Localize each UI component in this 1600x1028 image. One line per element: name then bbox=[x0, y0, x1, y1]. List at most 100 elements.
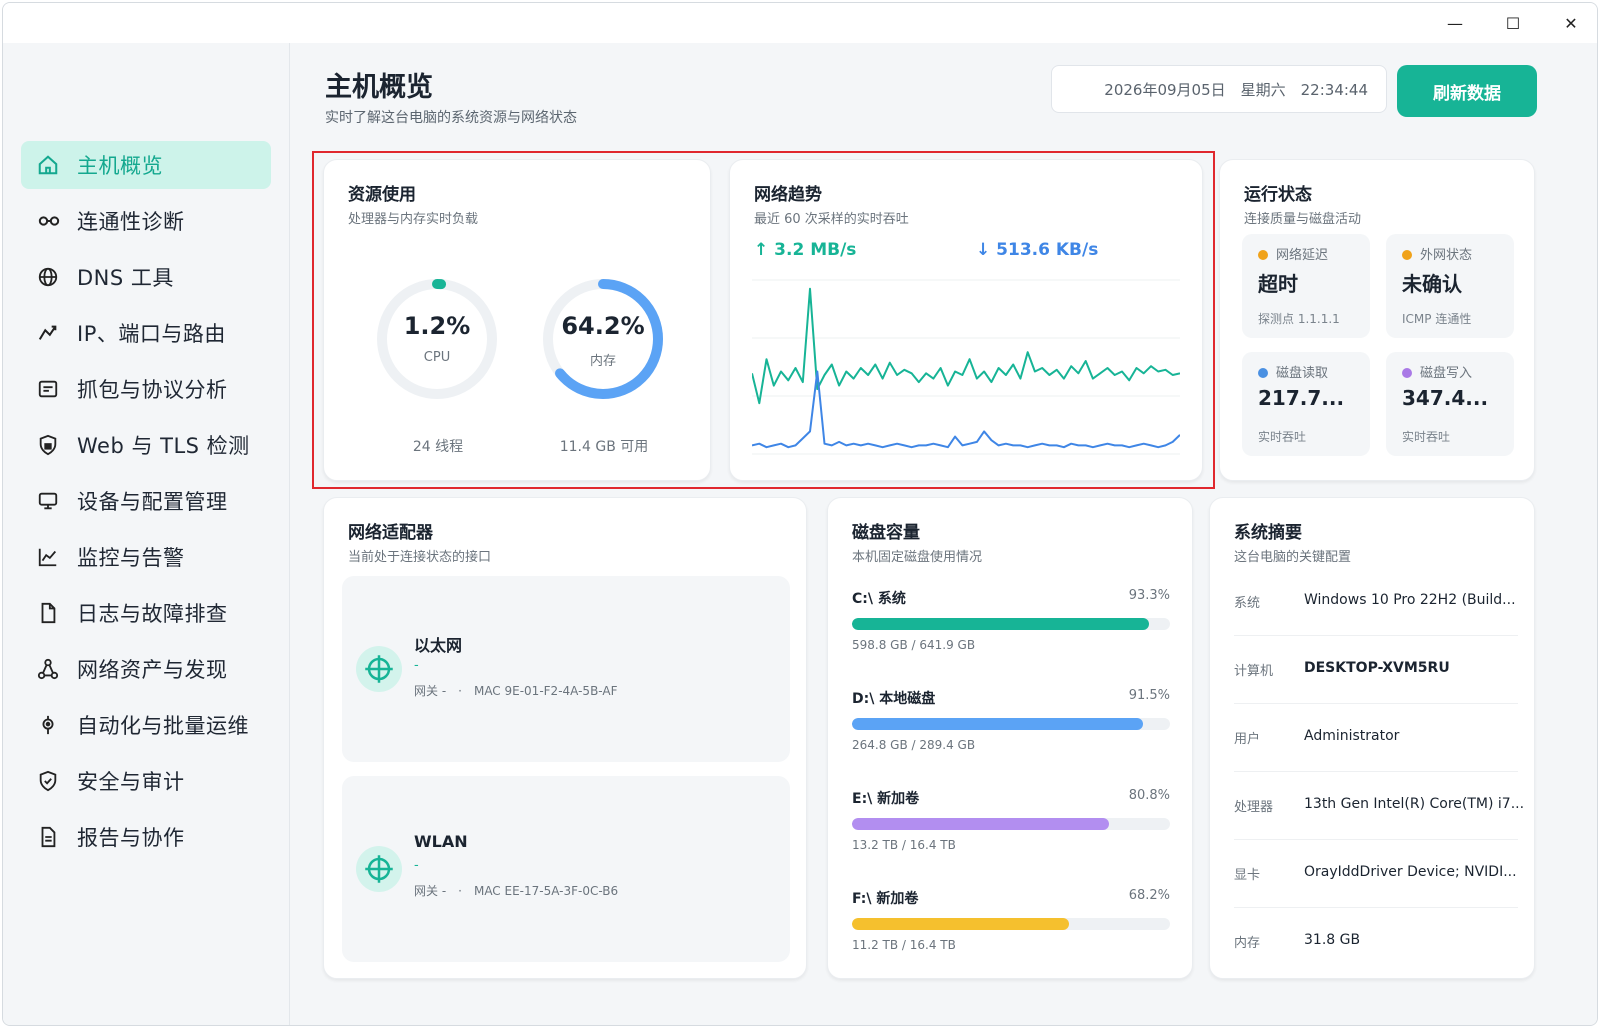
tile-label: 磁盘写入 bbox=[1420, 366, 1473, 381]
card-subtitle: 本机固定磁盘使用情况 bbox=[852, 550, 983, 565]
disk-read-tile: 磁盘读取 217.7... 实时吞吐 bbox=[1242, 352, 1370, 456]
summary-value: DESKTOP-XVM5RU bbox=[1304, 660, 1450, 676]
sidebar-item-web-tls[interactable]: Web 与 TLS 检测 bbox=[21, 421, 271, 469]
sidebar-item-label: DNS 工具 bbox=[77, 266, 174, 290]
status-dot bbox=[1258, 250, 1268, 260]
sidebar-item-overview[interactable]: 主机概览 bbox=[21, 141, 271, 189]
summary-key: 内存 bbox=[1234, 936, 1261, 951]
tile-sub: 实时吞吐 bbox=[1258, 430, 1307, 444]
disk-capacity-card: 磁盘容量 本机固定磁盘使用情况 C:\ 系统 93.3% 598.8 GB / … bbox=[827, 497, 1193, 979]
card-title: 系统摘要 bbox=[1234, 523, 1302, 543]
globe-icon bbox=[37, 265, 69, 289]
sidebar-item-packet[interactable]: 抓包与协议分析 bbox=[21, 365, 271, 413]
adapter-name: WLAN bbox=[414, 832, 468, 851]
network-trend-chart bbox=[752, 279, 1180, 455]
page-subtitle: 实时了解这台电脑的系统资源与网络状态 bbox=[325, 110, 577, 126]
sidebar-item-monitoring[interactable]: 监控与告警 bbox=[21, 533, 271, 581]
disk-percent: 68.2% bbox=[1128, 888, 1170, 903]
adapter-ip: - bbox=[414, 658, 419, 673]
card-subtitle: 这台电脑的关键配置 bbox=[1234, 550, 1352, 565]
memory-label: 内存 bbox=[589, 354, 616, 369]
tile-label: 网络延迟 bbox=[1276, 248, 1329, 263]
disk-bar-fill bbox=[852, 718, 1143, 730]
sidebar-item-device-config[interactable]: 设备与配置管理 bbox=[21, 477, 271, 525]
adapter-meta: 网关 - · MAC EE-17-5A-3F-0C-B6 bbox=[414, 884, 619, 898]
sidebar-item-assets[interactable]: 网络资产与发现 bbox=[21, 645, 271, 693]
sidebar-item-logs[interactable]: 日志与故障排查 bbox=[21, 589, 271, 637]
sidebar-item-label: 抓包与协议分析 bbox=[77, 378, 228, 402]
adapters-card: 网络适配器 当前处于连接状态的接口 以太网 - 网关 - · MAC 9E-01… bbox=[323, 497, 807, 979]
maximize-button[interactable]: ☐ bbox=[1491, 7, 1535, 39]
sidebar-item-label: 连通性诊断 bbox=[77, 210, 185, 234]
packet-icon bbox=[37, 377, 69, 401]
cpu-label: CPU bbox=[423, 350, 451, 365]
summary-key: 系统 bbox=[1234, 596, 1261, 611]
memory-available: 11.4 GB 可用 bbox=[559, 439, 649, 455]
disk-size: 598.8 GB / 641.9 GB bbox=[852, 638, 976, 652]
card-title: 网络适配器 bbox=[348, 523, 433, 543]
card-subtitle: 连接质量与磁盘活动 bbox=[1244, 212, 1362, 227]
sidebar-item-label: 网络资产与发现 bbox=[77, 658, 228, 682]
adapter-wlan[interactable]: WLAN - 网关 - · MAC EE-17-5A-3F-0C-B6 bbox=[342, 776, 790, 962]
disk-bar-fill bbox=[852, 818, 1109, 830]
tile-sub: 实时吞吐 bbox=[1402, 430, 1451, 444]
sidebar-item-dns[interactable]: DNS 工具 bbox=[21, 253, 271, 301]
disk-percent: 91.5% bbox=[1128, 688, 1170, 703]
minimize-button[interactable]: — bbox=[1433, 7, 1477, 39]
close-button[interactable]: ✕ bbox=[1549, 7, 1593, 39]
tile-sub: ICMP 连通性 bbox=[1402, 312, 1472, 326]
refresh-button[interactable]: 刷新数据 bbox=[1397, 65, 1537, 117]
link-icon bbox=[37, 209, 69, 233]
disk-write-tile: 磁盘写入 347.4... 实时吞吐 bbox=[1386, 352, 1514, 456]
summary-row-os: 系统 Windows 10 Pro 22H2 (Build... bbox=[1234, 570, 1518, 636]
file-icon bbox=[37, 601, 69, 625]
sidebar-item-label: 报告与协作 bbox=[77, 826, 185, 850]
summary-key: 用户 bbox=[1234, 732, 1261, 747]
tile-value: 未确认 bbox=[1402, 272, 1462, 296]
summary-value: Windows 10 Pro 22H2 (Build... bbox=[1304, 592, 1516, 608]
shield-check-icon bbox=[37, 769, 69, 793]
adapter-ethernet[interactable]: 以太网 - 网关 - · MAC 9E-01-F2-4A-5B-AF bbox=[342, 576, 790, 762]
sidebar-item-security[interactable]: 安全与审计 bbox=[21, 757, 271, 805]
adapter-ip: - bbox=[414, 858, 419, 873]
chart-line-icon bbox=[37, 545, 69, 569]
disk-percent: 80.8% bbox=[1128, 788, 1170, 803]
summary-row-cpu: 处理器 13th Gen Intel(R) Core(TM) i7... bbox=[1234, 774, 1524, 840]
sidebar-item-ip-route[interactable]: IP、端口与路由 bbox=[21, 309, 271, 357]
disk-bar-track bbox=[852, 618, 1170, 630]
main-content: 主机概览 实时了解这台电脑的系统资源与网络状态 2026年09月05日 星期六 … bbox=[291, 43, 1597, 1025]
status-dot bbox=[1258, 368, 1268, 378]
memory-value: 64.2% bbox=[561, 312, 645, 340]
disk-size: 13.2 TB / 16.4 TB bbox=[852, 838, 956, 852]
disk-bar-fill bbox=[852, 918, 1069, 930]
tile-label: 外网状态 bbox=[1420, 248, 1473, 263]
close-icon: ✕ bbox=[1564, 13, 1578, 33]
summary-row-memory: 内存 31.8 GB bbox=[1234, 910, 1518, 976]
status-card: 运行状态 连接质量与磁盘活动 网络延迟 超时 探测点 1.1.1.1 外网状态 … bbox=[1219, 159, 1535, 481]
datetime-display: 2026年09月05日 星期六 22:34:44 bbox=[1051, 65, 1387, 113]
disk-size: 264.8 GB / 289.4 GB bbox=[852, 738, 976, 752]
summary-value: 31.8 GB bbox=[1304, 932, 1361, 948]
tile-value: 347.4... bbox=[1402, 386, 1489, 410]
sidebar-item-automation[interactable]: 自动化与批量运维 bbox=[21, 701, 271, 749]
disk-name: C:\ 系统 bbox=[852, 591, 906, 607]
download-rate: ↓ 513.6 KB/s bbox=[976, 240, 1099, 260]
summary-row-user: 用户 Administrator bbox=[1234, 706, 1518, 772]
adapter-name: 以太网 bbox=[414, 636, 463, 655]
sidebar-item-label: 安全与审计 bbox=[77, 770, 185, 794]
disk-name: E:\ 新加卷 bbox=[852, 791, 920, 807]
card-title: 资源使用 bbox=[348, 185, 416, 205]
sidebar-item-report[interactable]: 报告与协作 bbox=[21, 813, 271, 861]
maximize-icon: ☐ bbox=[1505, 13, 1521, 33]
sidebar-item-connectivity[interactable]: 连通性诊断 bbox=[21, 197, 271, 245]
summary-key: 处理器 bbox=[1234, 800, 1274, 815]
latency-tile: 网络延迟 超时 探测点 1.1.1.1 bbox=[1242, 234, 1370, 338]
home-icon bbox=[37, 153, 69, 177]
automation-icon bbox=[37, 713, 69, 737]
card-title: 磁盘容量 bbox=[852, 523, 920, 543]
tile-value: 超时 bbox=[1258, 272, 1298, 296]
disk-bar-track bbox=[852, 918, 1170, 930]
card-subtitle: 当前处于连接状态的接口 bbox=[348, 550, 492, 565]
disk-size: 11.2 TB / 16.4 TB bbox=[852, 938, 956, 952]
disk-name: D:\ 本地磁盘 bbox=[852, 691, 936, 707]
